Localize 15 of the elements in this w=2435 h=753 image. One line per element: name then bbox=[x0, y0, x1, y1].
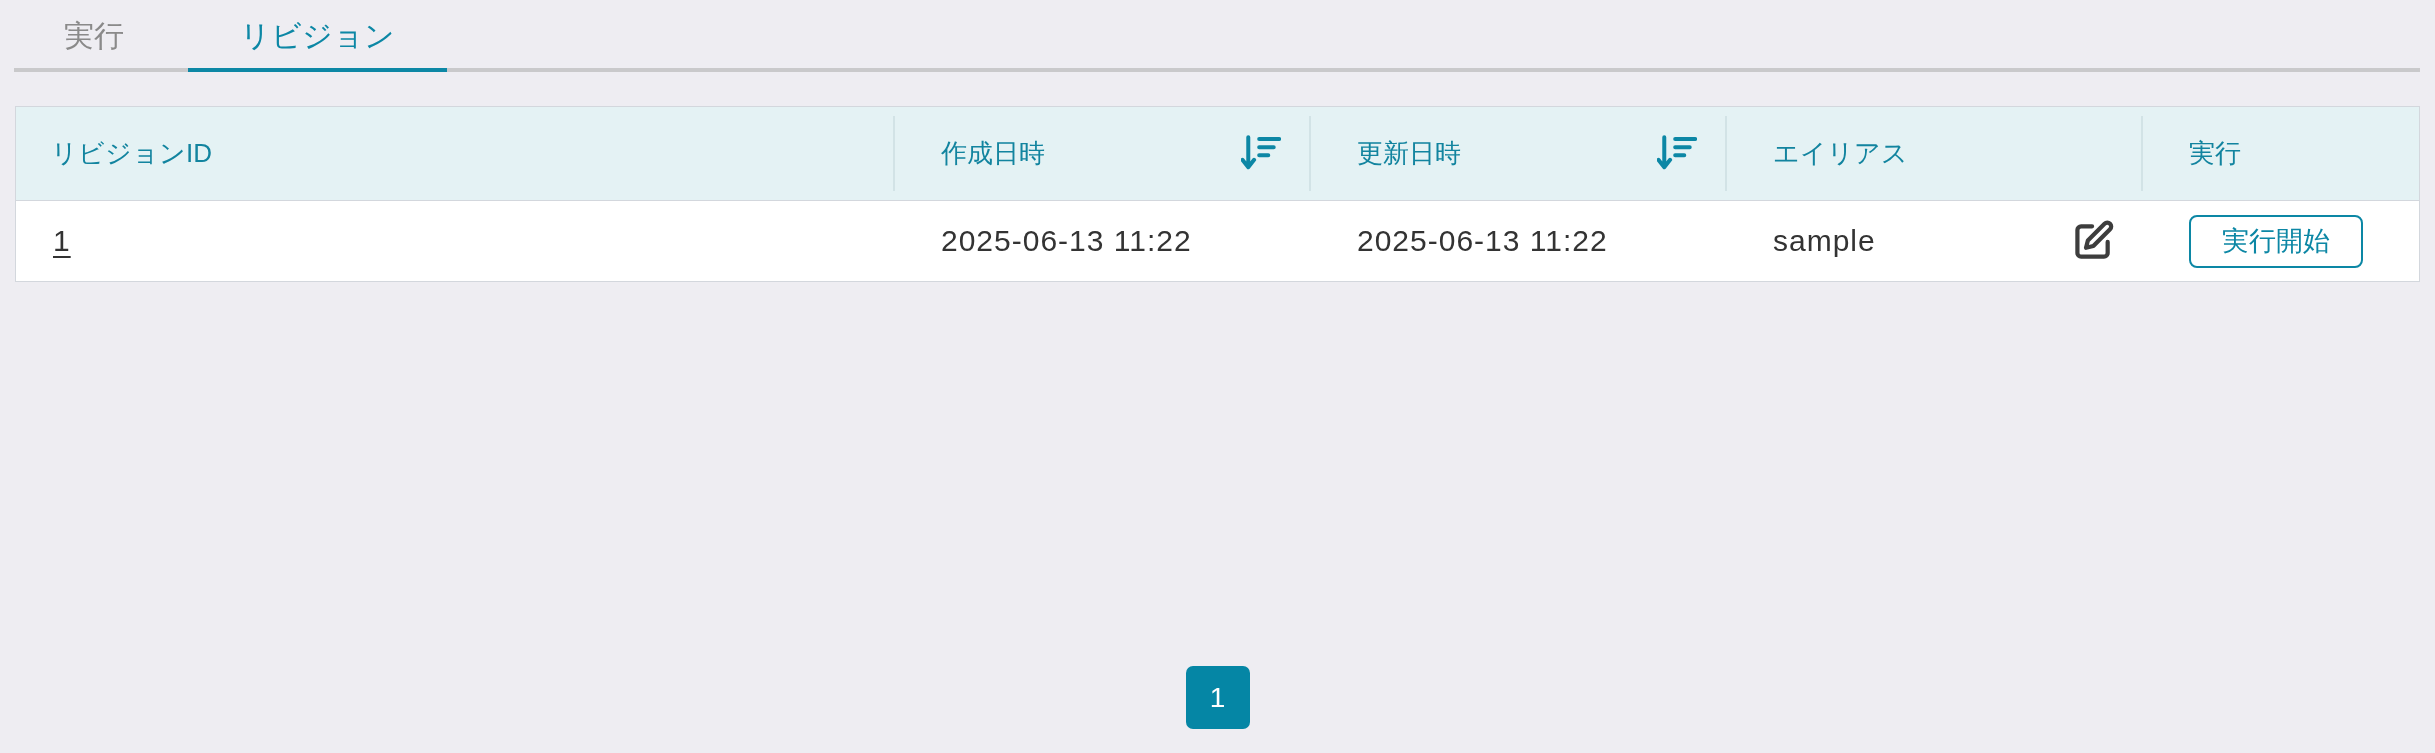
table-cell-text: 2025-06-13 11:22 bbox=[1356, 223, 1609, 259]
column-header: エイリアス bbox=[1773, 137, 1908, 170]
tab[interactable]: 実行 bbox=[14, 0, 174, 72]
start-run-button[interactable]: 実行開始 bbox=[2189, 214, 2363, 268]
column-header: リビジョンID bbox=[51, 137, 212, 170]
table-cell: sample bbox=[1773, 224, 1876, 258]
column-header: 作成日時 bbox=[941, 137, 1045, 170]
page-button[interactable]: 1 bbox=[1185, 666, 1250, 729]
revision-id-link[interactable]: 1 bbox=[51, 224, 73, 258]
tab[interactable]: リビジョン bbox=[188, 0, 447, 72]
sort-icon[interactable] bbox=[1241, 135, 1281, 172]
column-header: 更新日時 bbox=[1357, 137, 1461, 170]
sort-icon[interactable] bbox=[1657, 135, 1697, 172]
table-cell-text: 2025-06-13 11:22 bbox=[940, 223, 1193, 259]
column-header: 実行 bbox=[2189, 137, 2241, 170]
